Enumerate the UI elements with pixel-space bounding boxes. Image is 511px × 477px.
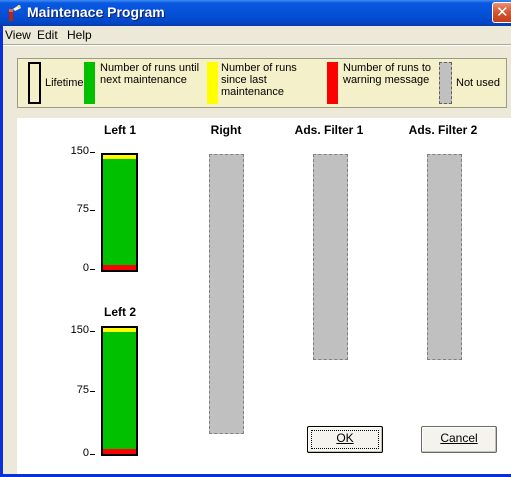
tick-mark — [90, 331, 95, 332]
gauge-panel: Left 1 Right Ads. Filter 1 Ads. Filter 2… — [17, 118, 511, 474]
column-title-ads-filter-2: Ads. Filter 2 — [408, 123, 478, 137]
tick-label-left2-min: 0 — [82, 447, 89, 459]
legend: Lifetime Number of runs until next maint… — [17, 58, 507, 108]
tick-label-left1-max: 150 — [70, 145, 89, 157]
gauge-left2 — [101, 326, 138, 456]
gauge-left1 — [101, 153, 138, 272]
main-window: Maintenace Program ✕ View Edit Help Life… — [0, 0, 511, 477]
legend-to-warning-swatch — [327, 62, 338, 104]
column-title-left2: Left 2 — [103, 305, 137, 319]
column-title-right: Right — [210, 123, 242, 137]
ok-button-label: OK — [336, 431, 354, 445]
title-bar[interactable]: Maintenace Program ✕ — [0, 0, 511, 26]
tick-mark — [90, 210, 95, 211]
menu-bar: View Edit Help — [3, 26, 511, 44]
menu-edit[interactable]: Edit — [37, 27, 58, 43]
ok-button[interactable]: OK — [307, 426, 383, 453]
tick-mark — [90, 269, 95, 270]
menu-help[interactable]: Help — [67, 27, 92, 43]
gauge-left2-to-warning — [103, 449, 136, 454]
legend-not-used-label: Not used — [456, 77, 501, 89]
tick-label-left2-max: 150 — [70, 324, 89, 336]
tick-label-left1-min: 0 — [82, 262, 89, 274]
menu-view[interactable]: View — [5, 27, 31, 43]
legend-until-next-label: Number of runs until next maintenance — [100, 62, 200, 86]
gauge-left1-to-warning — [103, 265, 136, 270]
tick-label-left2-mid: 75 — [76, 384, 89, 396]
tick-mark — [90, 454, 95, 455]
legend-lifetime-label: Lifetime — [45, 77, 84, 89]
close-icon[interactable]: ✕ — [492, 2, 511, 23]
legend-since-last-label: Number of runs since last maintenance — [221, 62, 297, 98]
gauge-ads-filter-1-not-used — [313, 154, 348, 360]
cancel-button[interactable]: Cancel — [421, 426, 497, 453]
gauge-ads-filter-2-not-used — [427, 154, 462, 360]
legend-to-warning-label: Number of runs to warning message — [343, 62, 432, 86]
gauge-left2-until-next — [103, 332, 136, 449]
gauge-right-not-used — [209, 154, 244, 434]
tick-mark — [90, 152, 95, 153]
cancel-button-label: Cancel — [440, 431, 478, 445]
tick-mark — [90, 391, 95, 392]
window-title: Maintenace Program — [27, 4, 165, 20]
legend-until-next-swatch — [84, 62, 95, 104]
gauge-left1-until-next — [103, 159, 136, 265]
column-title-ads-filter-1: Ads. Filter 1 — [294, 123, 364, 137]
legend-not-used-swatch — [439, 62, 452, 104]
menu-separator — [3, 44, 511, 46]
legend-since-last-swatch — [207, 62, 218, 104]
tick-label-left1-mid: 75 — [76, 203, 89, 215]
legend-lifetime-swatch — [28, 62, 41, 104]
column-title-left1: Left 1 — [103, 123, 137, 137]
app-icon — [9, 5, 21, 21]
